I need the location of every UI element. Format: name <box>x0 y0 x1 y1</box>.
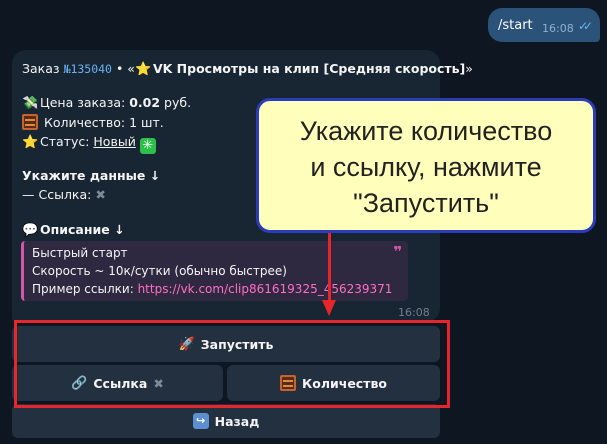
description-line: Скорость ~ 10к/сутки (обычно быстрее) <box>32 264 287 278</box>
callout-line: и ссылку, нажмите <box>310 152 542 182</box>
order-title: Заказ №135040 • «⭐ VK Просмотры на клип [… <box>22 61 473 77</box>
data-heading: Укажите данные ↓ <box>22 168 161 183</box>
status-value: Новый <box>93 134 136 149</box>
star-icon: ⭐ <box>134 62 152 77</box>
order-id[interactable]: №135040 <box>64 62 112 76</box>
quote-icon: ❞ <box>393 243 402 261</box>
highlight-frame <box>14 320 450 408</box>
instruction-callout: Укажите количество и ссылку, нажмите "За… <box>256 98 596 233</box>
quantity-row: Количество: 1 шт. <box>22 114 164 130</box>
description-quote: ❞ Быстрый старт Скорость ~ 10к/сутки (об… <box>21 241 408 301</box>
price-value: 0.02 <box>129 95 161 110</box>
outgoing-message: /start 16:08 ✓✓ <box>488 8 600 42</box>
callout-line: "Запустить" <box>353 188 499 218</box>
description-line: Пример ссылки: https://vk.com/clip861619… <box>32 282 393 296</box>
link-row: — Ссылка: ✖ <box>22 187 106 202</box>
annotation-arrow-head <box>322 300 336 316</box>
read-checkmarks-icon: ✓✓ <box>578 19 593 33</box>
bot-message-time: 16:08 <box>398 306 430 319</box>
speech-bubble-icon: 💬 <box>22 223 39 238</box>
abacus-icon <box>22 114 38 130</box>
annotation-arrow <box>328 233 331 305</box>
description-heading: 💬 Описание ↓ <box>22 222 125 238</box>
quantity-value: 1 шт. <box>129 115 164 130</box>
cross-icon: ✖ <box>95 187 106 202</box>
sparkle-icon: ✳ <box>139 138 156 154</box>
price-row: 💸 Цена заказа: 0.02 руб. <box>22 95 192 111</box>
callout-line: Укажите количество <box>299 116 553 146</box>
service-name: VK Просмотры на клип [Средняя скорость] <box>152 61 466 76</box>
example-link[interactable]: https://vk.com/clip861619325_456239371 <box>138 282 393 296</box>
money-icon: 💸 <box>22 96 39 111</box>
outgoing-message-text: /start <box>498 18 533 33</box>
description-line: Быстрый старт <box>32 246 128 260</box>
outgoing-message-time: 16:08 <box>542 22 574 35</box>
back-arrow-icon: ↪ <box>192 413 209 429</box>
status-row: ⭐ Статус: Новый ✳ <box>22 134 156 154</box>
back-button[interactable]: ↪ Назад <box>12 404 440 438</box>
star-icon: ⭐ <box>22 135 39 150</box>
